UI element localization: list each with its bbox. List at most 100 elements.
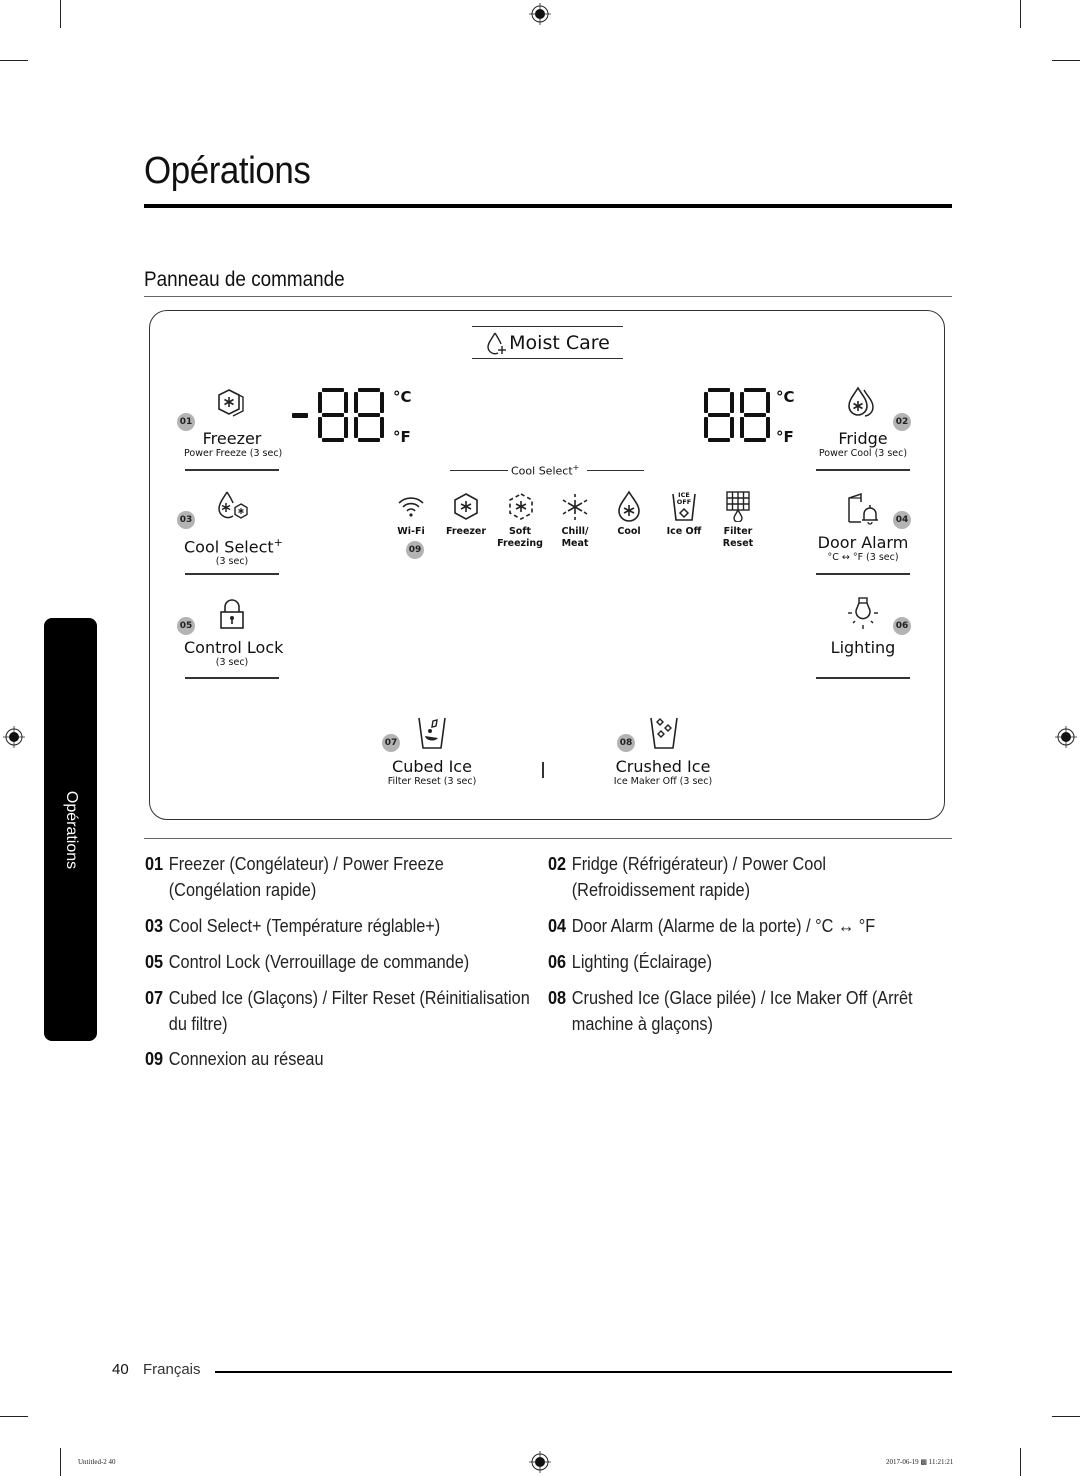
section-rule [144,838,952,839]
crop-mark [60,0,61,28]
button-underline [185,677,279,679]
cool-select-button-label: Cool Select+ [184,536,283,557]
cool-select-icon [218,491,248,519]
badge-07: 07 [382,734,400,752]
button-underline [816,677,910,679]
footer-rule [215,1371,952,1373]
freezer-button-sub: Power Freeze (3 sec) [184,448,283,459]
cubed-ice-button[interactable]: Cubed Ice Filter Reset (3 sec) [368,758,496,788]
filter-reset-indicator-label: Filter Reset [722,526,754,549]
registration-mark-icon [1055,726,1077,748]
cubed-ice-icon [418,717,446,749]
lighting-button-label: Lighting [830,638,896,657]
freezer-indicator-label: Freezer [445,526,487,537]
door-alarm-button[interactable]: Door Alarm °C ↔ °F (3 sec) [815,534,911,564]
print-info-left: Untitled-2 40 [78,1458,116,1466]
badge-06: 06 [893,617,911,635]
chill-meat-icon [562,494,588,520]
fridge-drops-icon [848,386,874,417]
crop-mark [0,1416,28,1417]
side-tab[interactable]: Opérations [44,618,97,1041]
cool-select-button-sub: (3 sec) [215,556,249,568]
crushed-ice-button[interactable]: Crushed Ice Ice Maker Off (3 sec) [599,758,727,788]
registration-mark-icon [529,3,551,25]
badge-02: 02 [893,413,911,431]
badge-03: 03 [177,511,195,529]
page-number: 40 [112,1361,129,1378]
description-item: 01 Freezer (Congélateur) / Power Freeze (… [145,853,444,900]
footer-language: Français [143,1361,201,1378]
door-alarm-icon [848,492,878,525]
description-item: 09 Connexion au réseau [145,1048,324,1069]
control-lock-button[interactable]: Control Lock (3 sec) [184,638,284,669]
freezer-button[interactable]: Freezer Power Freeze (3 sec) [184,429,283,460]
freezer-button-label: Freezer [202,429,262,448]
section-rule [144,296,952,297]
lighting-button[interactable]: Lighting [815,639,911,657]
ice-separator [542,762,544,778]
crop-mark [1052,1416,1080,1417]
badge-09: 09 [406,541,424,559]
fridge-unit-fahrenheit: °F [776,428,794,446]
soft-freezing-icon [509,493,533,520]
crushed-ice-icon [650,717,678,749]
side-tab-label: Opérations [62,790,80,869]
water-drop-plus-icon [487,332,507,354]
cubed-ice-button-label: Cubed Ice [392,757,472,776]
button-underline [185,573,279,575]
freezer-unit-fahrenheit: °F [393,428,411,446]
fridge-button[interactable]: Fridge Power Cool (3 sec) [815,430,911,460]
crushed-ice-button-sub: Ice Maker Off (3 sec) [613,776,713,787]
description-item: 08 Crushed Ice (Glace pilée) / Ice Maker … [548,987,913,1034]
description-item: 06 Lighting (Éclairage) [548,951,713,972]
description-item: 04 Door Alarm (Alarme de la porte) / °C ↔… [548,915,876,936]
button-underline [816,573,910,575]
moist-care-indicator: Moist Care [472,326,623,359]
registration-mark-icon [529,1451,551,1473]
chill-meat-indicator-label: Chill/Meat [561,526,589,549]
cubed-ice-button-sub: Filter Reset (3 sec) [387,776,477,787]
ice-off-icon-text: OFF [676,498,692,506]
fridge-button-sub: Power Cool (3 sec) [818,448,908,459]
lock-icon [220,599,244,629]
description-item: 07 Cubed Ice (Glaçons) / Filter Reset (Ré… [145,987,530,1034]
button-underline [816,469,910,471]
light-bulb-icon [848,597,878,629]
badge-08: 08 [617,734,635,752]
door-alarm-button-label: Door Alarm [817,533,909,552]
wifi-indicator-label: Wi-Fi [397,526,425,537]
freezer-indicator-icon [454,493,478,520]
ice-off-indicator-label: Ice Off [666,526,702,537]
freezer-temperature-display [292,388,384,442]
moist-care-label: Moist Care [509,331,610,354]
cool-select-zone-label: Cool Select+ [511,463,580,478]
fridge-button-label: Fridge [838,429,888,448]
door-alarm-button-sub: °C ↔ °F (3 sec) [827,552,899,563]
wifi-icon [398,497,424,517]
freezer-unit-celsius: °C [393,388,412,406]
crop-mark [60,1448,61,1476]
soft-freezing-indicator-label: Soft Freezing [497,526,543,549]
control-lock-button-label: Control Lock [184,638,284,657]
crop-mark [1020,0,1021,28]
page-title: Opérations [144,150,311,192]
description-item: 03 Cool Select+ (Température réglable+) [145,915,441,936]
ice-off-icon: ICE OFF [670,491,698,523]
crushed-ice-button-label: Crushed Ice [615,757,711,776]
crop-mark [1020,1448,1021,1476]
section-title: Panneau de commande [144,268,345,291]
crop-mark [0,60,28,61]
filter-reset-icon [726,491,750,522]
registration-mark-icon [3,726,25,748]
description-item: 02 Fridge (Réfrigérateur) / Power Cool (R… [548,853,827,900]
badge-04: 04 [893,511,911,529]
badge-01: 01 [177,413,195,431]
cool-select-zone-line: Cool Select+ [450,463,644,484]
title-rule [144,204,952,208]
cool-select-button[interactable]: Cool Select+ (3 sec) [184,534,283,568]
control-lock-button-sub: (3 sec) [215,657,249,668]
badge-05: 05 [177,617,195,635]
cool-indicator-label: Cool [617,526,641,537]
button-underline [185,469,279,471]
cool-drop-icon [618,490,640,522]
